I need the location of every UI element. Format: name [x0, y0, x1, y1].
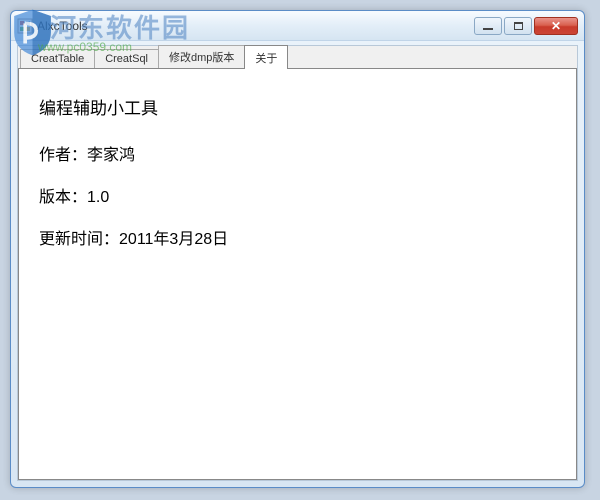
about-author: 作者：李家鸿: [39, 141, 556, 165]
about-updated-value: 2011年3月28日: [119, 231, 228, 248]
about-updated: 更新时间：2011年3月28日: [39, 225, 556, 249]
maximize-icon: [514, 22, 523, 30]
client-area: CreatTable CreatSql 修改dmp版本 关于 编程辅助小工具 作…: [17, 45, 578, 481]
about-author-label: 作者：: [39, 147, 87, 164]
about-version-value: 1.0: [87, 189, 109, 206]
tab-modify-dmp[interactable]: 修改dmp版本: [158, 45, 245, 68]
close-button[interactable]: ✕: [534, 17, 578, 35]
tab-label: CreatTable: [31, 53, 84, 65]
minimize-icon: [483, 28, 493, 30]
tab-strip: CreatTable CreatSql 修改dmp版本 关于: [18, 46, 577, 68]
about-updated-label: 更新时间：: [39, 231, 119, 248]
about-version-label: 版本：: [39, 189, 87, 206]
window-title: AlxcTools: [37, 19, 474, 33]
tab-label: 修改dmp版本: [169, 52, 234, 64]
tab-creattable[interactable]: CreatTable: [20, 49, 95, 68]
window-controls: ✕: [474, 17, 578, 35]
close-icon: ✕: [551, 20, 561, 32]
tab-label: 关于: [255, 53, 277, 65]
app-window: AlxcTools ✕ CreatTable CreatSql 修改dmp版本 …: [10, 10, 585, 488]
about-version: 版本：1.0: [39, 183, 556, 207]
app-icon: [17, 18, 33, 34]
maximize-button[interactable]: [504, 17, 532, 35]
about-author-value: 李家鸿: [87, 147, 135, 164]
minimize-button[interactable]: [474, 17, 502, 35]
tab-about[interactable]: 关于: [244, 45, 288, 69]
tab-creatsql[interactable]: CreatSql: [94, 49, 159, 68]
tab-label: CreatSql: [105, 53, 148, 65]
about-title: 编程辅助小工具: [39, 94, 556, 119]
tab-content-about: 编程辅助小工具 作者：李家鸿 版本：1.0 更新时间：2011年3月28日: [18, 68, 577, 480]
titlebar: AlxcTools ✕: [11, 11, 584, 41]
